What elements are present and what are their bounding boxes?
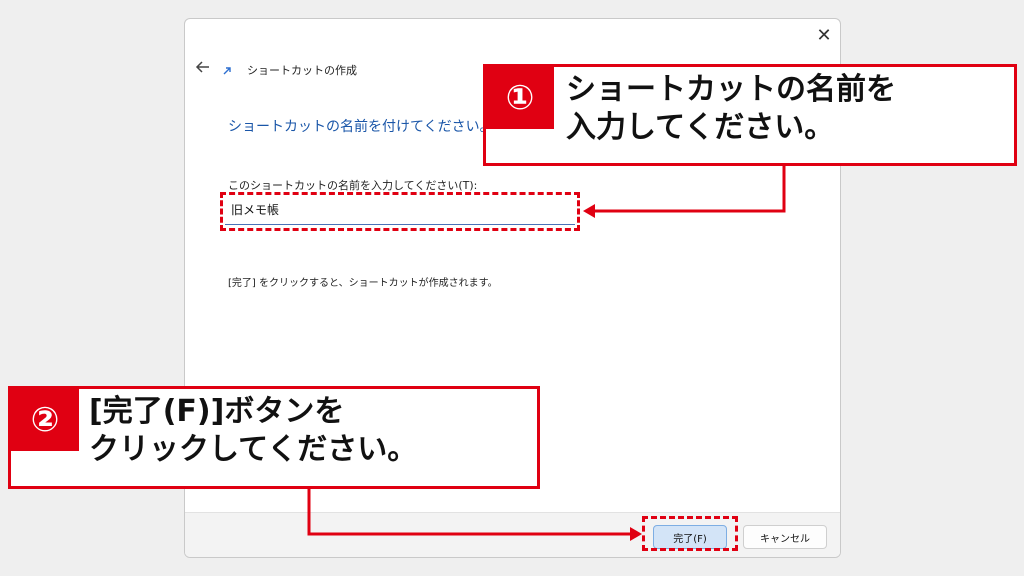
callout-step-2: ② [完了(F)]ボタンを クリックしてください。 — [8, 386, 540, 489]
step-2-badge: ② — [11, 389, 79, 451]
step-1-badge: ① — [486, 67, 554, 129]
step-1-text: ショートカットの名前を 入力してください。 — [566, 72, 896, 146]
callout-step-1: ① ショートカットの名前を 入力してください。 — [483, 64, 1017, 166]
step-2-text: [完了(F)]ボタンを クリックしてください。 — [89, 394, 418, 468]
